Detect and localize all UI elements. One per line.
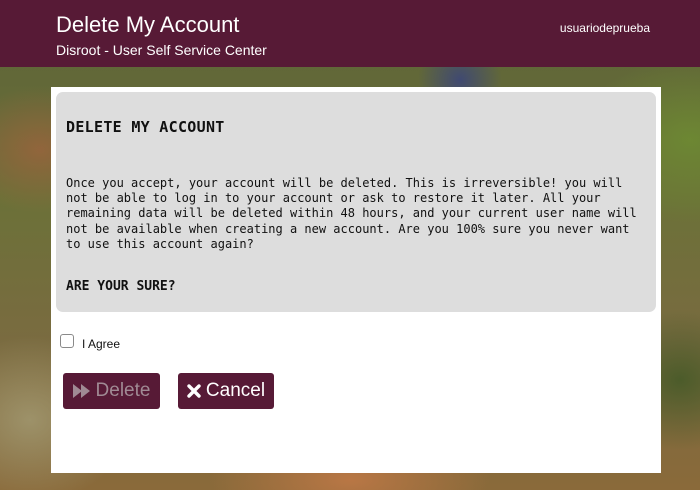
close-icon <box>187 384 201 398</box>
notice-question: ARE YOUR SURE? <box>66 279 176 294</box>
top-bar: Delete My Account Disroot - User Self Se… <box>0 0 700 67</box>
agree-row: I Agree <box>60 331 120 351</box>
username-link[interactable]: usuariodeprueba <box>560 20 650 36</box>
notice-title: DELETE MY ACCOUNT <box>66 118 225 136</box>
site-subtitle: Disroot - User Self Service Center <box>56 42 267 58</box>
delete-button[interactable]: Delete <box>63 373 160 409</box>
delete-button-label: Delete <box>95 380 151 401</box>
warning-notice: DELETE MY ACCOUNT Once you accept, your … <box>56 92 656 312</box>
delete-account-panel: DELETE MY ACCOUNT Once you accept, your … <box>51 87 661 473</box>
page-title: Delete My Account <box>56 12 240 37</box>
cancel-button-label: Cancel <box>205 380 266 401</box>
cancel-button[interactable]: Cancel <box>178 373 274 409</box>
agree-label[interactable]: I Agree <box>82 337 120 351</box>
fast-forward-icon <box>72 383 91 399</box>
notice-body: Once you accept, your account will be de… <box>66 176 637 251</box>
agree-checkbox[interactable] <box>60 334 74 348</box>
